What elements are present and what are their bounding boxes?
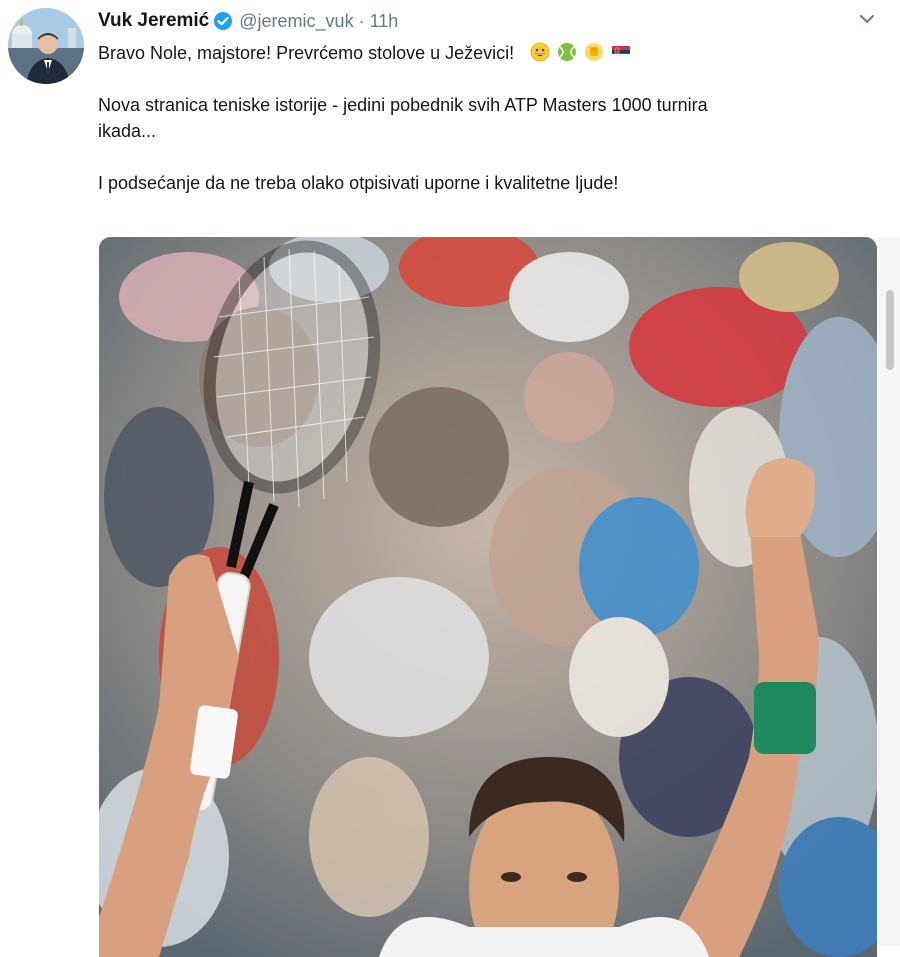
- user-handle[interactable]: @jeremic_vuk: [239, 11, 353, 32]
- tweet-timestamp[interactable]: 11h: [370, 11, 399, 32]
- avatar[interactable]: [8, 8, 84, 84]
- tweet: Vuk Jeremić @jeremic_vuk · 11h Bravo Nol…: [0, 0, 900, 957]
- tennis-ball-icon: [558, 43, 577, 61]
- grinning-face-icon: [530, 42, 550, 62]
- raised-fist-icon: [585, 43, 604, 61]
- serbia-flag-icon: [612, 46, 631, 59]
- separator-dot: ·: [358, 10, 365, 31]
- scrollbar-thumb[interactable]: [886, 290, 894, 370]
- chevron-down-icon[interactable]: [858, 12, 876, 26]
- tweet-line-2: Nova stranica teniske istorije - jedini …: [98, 95, 708, 115]
- verified-badge-icon: [213, 11, 233, 31]
- tweet-line-4: I podsećanje da ne treba olako otpisivat…: [98, 173, 619, 193]
- tweet-text: Bravo Nole, majstore! Prevrćemo stolove …: [98, 40, 858, 196]
- tweet-photo[interactable]: [99, 237, 877, 957]
- avatar-image: [8, 8, 84, 84]
- tweet-line-1: Bravo Nole, majstore! Prevrćemo stolove …: [98, 40, 858, 66]
- photo-tennis-player: [99, 237, 877, 957]
- tweet-line-3: ikada...: [98, 121, 157, 141]
- tweet-line-1-text: Bravo Nole, majstore! Prevrćemo stolove …: [98, 43, 515, 63]
- display-name[interactable]: Vuk Jeremić: [98, 10, 209, 32]
- tweet-header: Vuk Jeremić @jeremic_vuk · 11h: [98, 8, 880, 34]
